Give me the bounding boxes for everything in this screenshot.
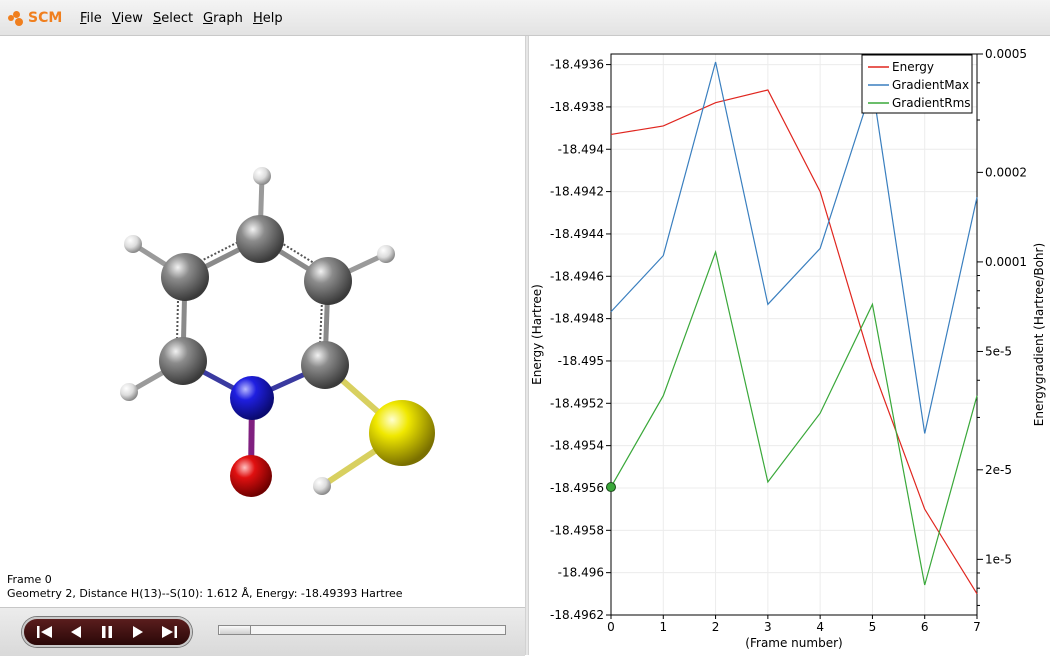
left-tick-label: -18.495: [558, 354, 604, 368]
x-tick-label: 2: [712, 620, 720, 634]
atom-hydrogen: [120, 383, 138, 401]
left-tick-label: -18.4944: [550, 227, 604, 241]
legend-entry: Energy: [892, 60, 934, 74]
frame-slider[interactable]: [218, 625, 506, 635]
frame-label: Frame 0: [7, 573, 52, 586]
atom-hydrogen: [313, 477, 331, 495]
menu-view[interactable]: View: [112, 11, 143, 26]
left-axis-label: Energy (Hartree): [530, 284, 544, 385]
x-tick-label: 7: [973, 620, 981, 634]
x-tick-label: 3: [764, 620, 772, 634]
atoms: [120, 167, 435, 497]
right-tick-label: 0.0005: [985, 47, 1027, 61]
right-tick-label: 2e-5: [985, 463, 1012, 477]
current-frame-marker[interactable]: [606, 482, 616, 493]
next-frame-button[interactable]: [125, 621, 151, 643]
playback-controls: [0, 607, 525, 656]
x-tick-label: 6: [921, 620, 929, 634]
atom-carbon: [159, 337, 207, 385]
energy-gradient-chart[interactable]: -18.4936 -18.4938 -18.494 -18.4942 -18.4944 -…: [529, 36, 1050, 655]
atom-oxygen: [230, 455, 272, 497]
right-tick-label: 0.0001: [985, 255, 1027, 269]
left-tick-label: -18.4954: [550, 439, 604, 453]
atom-carbon: [161, 253, 209, 301]
last-frame-icon: [161, 626, 177, 638]
atom-nitrogen: [230, 376, 274, 420]
atom-hydrogen: [377, 245, 395, 263]
atom-carbon: [304, 257, 352, 305]
previous-frame-button[interactable]: [63, 621, 89, 643]
previous-icon: [71, 626, 82, 638]
menu-graph[interactable]: Graph: [203, 11, 243, 26]
left-tick-label: -18.4942: [550, 185, 604, 199]
left-tick-label: -18.4962: [550, 608, 604, 622]
legend-entry: GradientRms: [892, 96, 971, 110]
atom-hydrogen: [253, 167, 271, 185]
menu-file[interactable]: File: [80, 11, 102, 26]
atom-sulfur: [369, 400, 435, 466]
left-tick-label: -18.4936: [550, 58, 604, 72]
frame-slider-handle[interactable]: [220, 626, 251, 634]
molecule-canvas[interactable]: [0, 36, 525, 607]
graph-panel[interactable]: -18.4936 -18.4938 -18.494 -18.4942 -18.4944 -…: [529, 36, 1050, 655]
right-axis-label: Energygradient (Hartree/Bohr): [1032, 243, 1046, 426]
right-tick-label: 1e-5: [985, 552, 1012, 566]
player-button-group: [22, 617, 192, 647]
atom-hydrogen: [124, 235, 142, 253]
first-frame-button[interactable]: [32, 621, 58, 643]
legend-entry: GradientMax: [892, 78, 969, 92]
left-tick-label: -18.4958: [550, 523, 604, 537]
right-tick-label: 0.0002: [985, 165, 1027, 179]
atom-carbon: [236, 215, 284, 263]
left-tick-label: -18.4938: [550, 100, 604, 114]
pause-button[interactable]: [94, 621, 120, 643]
menu-help[interactable]: Help: [253, 11, 283, 26]
left-tick-label: -18.4948: [550, 312, 604, 326]
right-tick-label: 5e-5: [985, 344, 1012, 358]
x-tick-label: 4: [816, 620, 824, 634]
menu-select[interactable]: Select: [153, 11, 193, 26]
left-tick-label: -18.494: [558, 142, 604, 156]
menu-bar: SCM File View Select Graph Help: [0, 0, 1050, 36]
geometry-info: Geometry 2, Distance H(13)--S(10): 1.612…: [7, 587, 403, 600]
logo-text: SCM: [28, 10, 63, 26]
left-tick-label: -18.4956: [550, 481, 604, 495]
left-tick-label: -18.4952: [550, 396, 604, 410]
last-frame-button[interactable]: [156, 621, 182, 643]
plot-area: [611, 54, 977, 615]
x-axis-label: (Frame number): [745, 636, 842, 650]
x-tick-label: 1: [659, 620, 667, 634]
next-icon: [132, 626, 143, 638]
left-tick-label: -18.4946: [550, 269, 604, 283]
left-tick-label: -18.496: [558, 566, 604, 580]
molecule-viewer[interactable]: Frame 0 Geometry 2, Distance H(13)--S(10…: [0, 36, 525, 655]
scm-logo: SCM: [8, 8, 62, 28]
first-frame-icon: [37, 626, 53, 638]
scm-logo-icon: [8, 10, 26, 26]
x-tick-label: 0: [607, 620, 615, 634]
x-tick-label: 5: [869, 620, 877, 634]
pause-icon: [101, 626, 112, 638]
atom-carbon: [301, 341, 349, 389]
